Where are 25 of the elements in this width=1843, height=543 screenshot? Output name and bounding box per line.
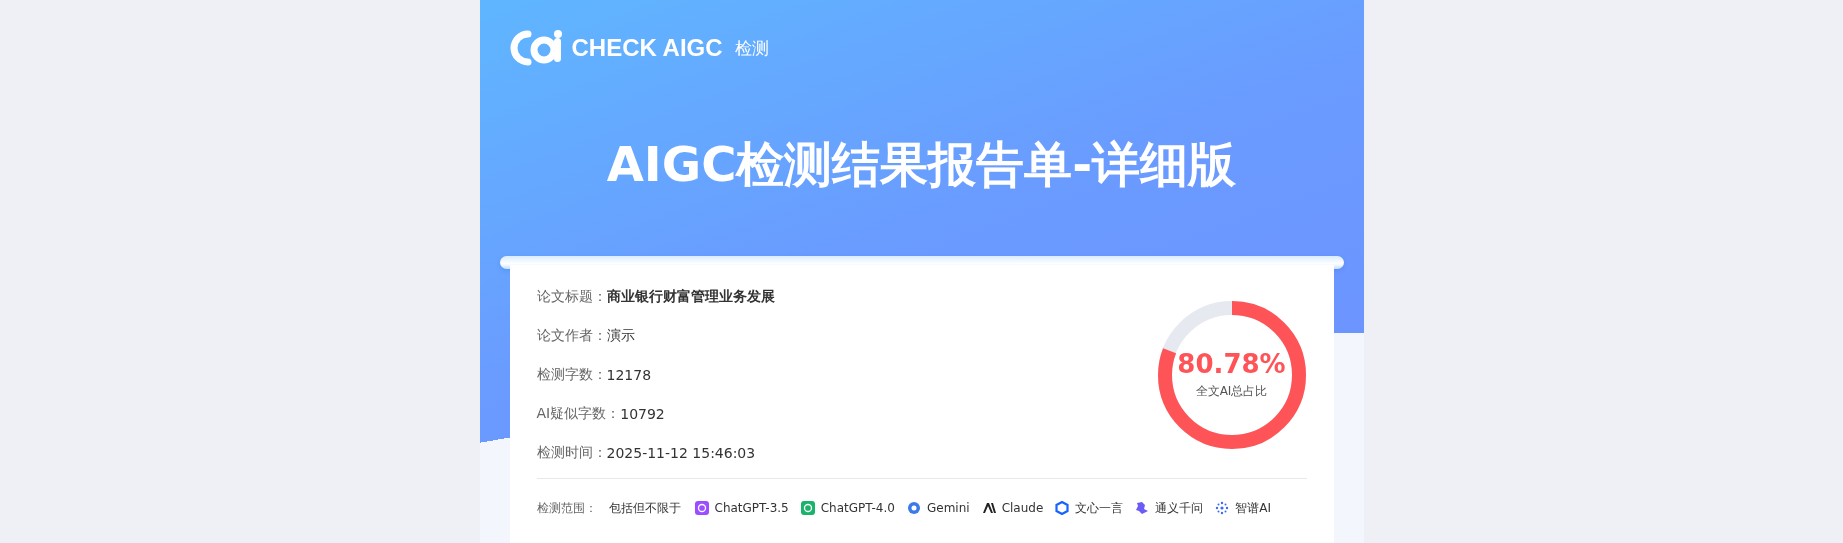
info-label: 检测字数： [536, 365, 607, 384]
model-name: 通义千问 [1155, 499, 1204, 517]
model-name: ChatGPT-4.0 [820, 501, 895, 515]
model-name: 文心一言 [1075, 499, 1124, 517]
info-label: 论文作者： [536, 326, 607, 345]
brand-suffix: 检测 [734, 36, 769, 60]
info-label: 检测时间： [536, 443, 607, 462]
gauge-caption: 全文AI总占比 [1195, 383, 1268, 400]
logo-icon [509, 28, 564, 68]
model-name: 智谱AI [1235, 499, 1272, 517]
model-name: ChatGPT-3.5 [714, 501, 789, 515]
model-name: Claude [1001, 501, 1044, 515]
info-value: 演示 [606, 326, 635, 345]
info-label: 论文标题： [536, 287, 607, 306]
scope-label: 检测范围： [536, 499, 597, 517]
scope-intro: 包括但不限于 [608, 499, 681, 517]
brand-name: CHECK AIGC [571, 34, 723, 62]
info-value: 2025-11-12 15:46:03 [606, 444, 756, 461]
info-label: AI疑似字数： [536, 404, 621, 423]
report-title: AIGC检测结果报告单-详细版 [605, 135, 1238, 194]
info-value: 12178 [606, 366, 652, 383]
info-value: 商业银行财富管理业务发展 [606, 287, 775, 306]
model-name: Gemini [926, 501, 970, 515]
info-value: 10792 [620, 405, 665, 422]
percentage-value: 80.78% [1177, 349, 1286, 379]
